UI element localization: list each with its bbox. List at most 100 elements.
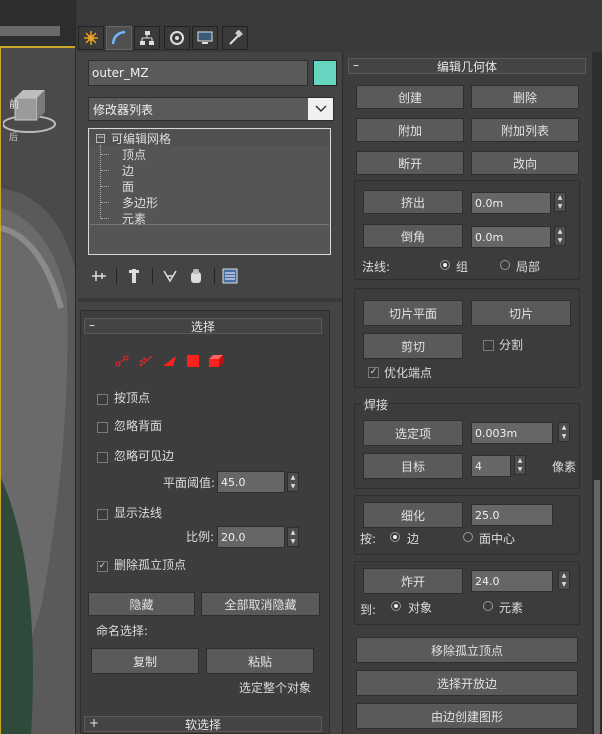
stack-subobject-label: 面 (122, 180, 135, 194)
create-button[interactable]: 创建 (356, 85, 464, 109)
weld-threshold-field[interactable]: 0.003m (471, 422, 553, 444)
object-name-field[interactable]: outer_MZ (88, 60, 308, 86)
select-open-edges-button[interactable]: 选择开放边 (356, 670, 578, 696)
chevron-down-icon[interactable] (308, 98, 333, 120)
normals-group-radio[interactable] (440, 260, 450, 270)
planar-threshold-spinner[interactable]: ▲ ▼ (287, 472, 299, 492)
explode-angle-field[interactable]: 24.0 (471, 570, 553, 592)
chamfer-button[interactable]: 倒角 (363, 224, 463, 248)
extrude-button[interactable]: 挤出 (363, 190, 463, 214)
modifier-list-dropdown[interactable]: 修改器列表 (88, 97, 334, 121)
panel-scrollbar-track[interactable] (592, 52, 602, 734)
slice-plane-button[interactable]: 切片平面 (363, 300, 463, 326)
tree-connector (101, 202, 109, 203)
show-end-result-icon[interactable] (126, 268, 142, 284)
attach-button[interactable]: 附加 (356, 118, 464, 142)
edit-geometry-rollout-header[interactable]: – 编辑几何体 (348, 58, 586, 74)
modifier-stack[interactable]: − 可编辑网格 顶点边面多边形 元素 (88, 128, 331, 255)
soft-selection-title: 软选择 (184, 717, 221, 732)
delete-button[interactable]: 删除 (471, 85, 579, 109)
configure-modifier-sets-icon[interactable] (222, 268, 238, 284)
ignore-visible-edges-label: 忽略可见边 (114, 449, 175, 463)
named-selection-label: 命名选择: (96, 624, 149, 638)
ignore-visible-edges-checkbox[interactable] (97, 452, 108, 463)
slice-button[interactable]: 切片 (471, 300, 571, 326)
weld-threshold-spinner[interactable]: ▲ ▼ (558, 422, 570, 442)
turn-button[interactable]: 改向 (471, 151, 579, 175)
panel-scrollbar-thumb[interactable] (594, 480, 600, 734)
ignore-backface-checkbox[interactable] (97, 422, 108, 433)
create-shape-from-edges-button[interactable]: 由边创建图形 (356, 703, 578, 729)
face-level-icon[interactable] (161, 354, 177, 368)
pin-stack-icon[interactable] (90, 268, 108, 284)
stack-subobject-item[interactable]: 多边形 (101, 194, 301, 210)
to-object-radio[interactable] (391, 601, 401, 611)
make-unique-icon[interactable] (162, 268, 178, 284)
to-element-radio[interactable] (483, 601, 493, 611)
split-checkbox[interactable] (483, 340, 494, 351)
viewport-canvas[interactable]: 前 后 (0, 46, 75, 734)
stack-subobject-item[interactable]: 边 (101, 162, 301, 178)
show-normals-checkbox[interactable] (97, 509, 108, 520)
object-color-swatch[interactable] (313, 60, 337, 86)
scale-field[interactable]: 20.0 (217, 526, 285, 548)
hide-button[interactable]: 隐藏 (88, 592, 195, 616)
selection-rollout-header[interactable]: – 选择 (84, 318, 322, 334)
tessellate-button[interactable]: 细化 (363, 502, 463, 528)
weld-target-spinner[interactable]: ▲ ▼ (514, 455, 526, 475)
ignore-backface-label: 忽略背面 (114, 419, 163, 433)
viewport-scrollbar[interactable] (0, 26, 60, 36)
display-tab[interactable] (192, 26, 218, 50)
cut-button[interactable]: 剪切 (363, 333, 463, 359)
tessellate-tension-field[interactable]: 25.0 (471, 504, 553, 526)
delete-isolated-label: 删除孤立顶点 (114, 558, 187, 572)
viewport[interactable]: 前 后 (0, 0, 76, 734)
mesh-preview (1, 188, 75, 734)
weld-target-button[interactable]: 目标 (363, 453, 463, 479)
by-face-center-radio[interactable] (463, 532, 473, 542)
attach-list-button[interactable]: 附加列表 (471, 118, 579, 142)
collapse-icon[interactable]: − (96, 134, 105, 143)
explode-angle-spinner[interactable]: ▲ ▼ (558, 570, 570, 590)
vertex-level-icon[interactable] (114, 354, 130, 368)
paste-button[interactable]: 粘贴 (206, 648, 314, 674)
weld-selected-button[interactable]: 选定项 (363, 420, 463, 446)
by-edge-radio[interactable] (390, 532, 400, 542)
stack-subobject-item[interactable]: 面 (101, 178, 301, 194)
create-tab[interactable] (78, 26, 104, 50)
normals-label: 法线: (362, 260, 391, 274)
stack-subobject-item[interactable]: 元素 (101, 210, 301, 226)
planar-threshold-field[interactable]: 45.0 (217, 471, 285, 493)
modify-tab[interactable] (106, 26, 132, 50)
selection-title: 选择 (190, 319, 215, 334)
copy-button[interactable]: 复制 (91, 648, 199, 674)
stack-root-label: 可编辑网格 (111, 132, 172, 146)
explode-button[interactable]: 炸开 (363, 568, 463, 594)
by-face-center-label: 面中心 (479, 532, 516, 546)
utilities-tab[interactable] (222, 26, 248, 50)
toolbar-separator (116, 268, 117, 284)
delete-isolated-checkbox[interactable]: ✓ (97, 561, 108, 572)
refine-ends-checkbox[interactable]: ✓ (368, 367, 379, 378)
extrude-spinner[interactable]: ▲ ▼ (554, 192, 566, 212)
weld-target-pixels-field[interactable]: 4 (471, 455, 511, 477)
hierarchy-tab[interactable] (134, 26, 160, 50)
unhide-all-button[interactable]: 全部取消隐藏 (201, 592, 320, 616)
extrude-amount-field[interactable]: 0.0m (471, 192, 551, 214)
chamfer-amount-field[interactable]: 0.0m (471, 226, 551, 248)
chamfer-spinner[interactable]: ▲ ▼ (554, 226, 566, 246)
by-vertex-label: 按顶点 (114, 391, 151, 405)
scale-spinner[interactable]: ▲ ▼ (287, 527, 299, 547)
detach-button[interactable]: 断开 (356, 151, 464, 175)
remove-modifier-icon[interactable] (188, 268, 204, 284)
soft-selection-rollout-header[interactable]: + 软选择 (84, 716, 322, 732)
stack-subobject-item[interactable]: 顶点 (101, 146, 301, 162)
element-level-icon[interactable] (208, 354, 224, 368)
polygon-level-icon[interactable] (186, 354, 200, 368)
edge-level-icon[interactable] (138, 354, 154, 368)
motion-icon (170, 31, 184, 45)
motion-tab[interactable] (164, 26, 190, 50)
remove-isolated-vertices-button[interactable]: 移除孤立顶点 (356, 637, 578, 663)
normals-local-radio[interactable] (500, 260, 510, 270)
by-vertex-checkbox[interactable] (97, 394, 108, 405)
